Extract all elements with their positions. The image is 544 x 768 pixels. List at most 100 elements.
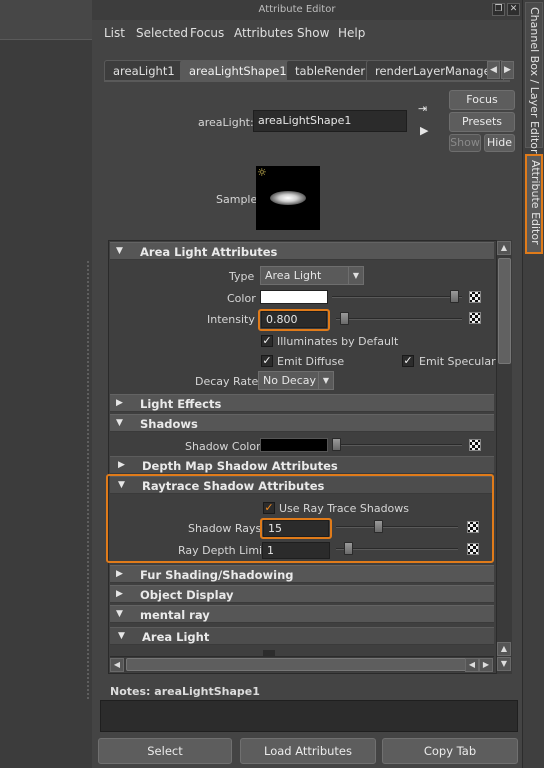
section-title: Fur Shading/Shadowing bbox=[140, 568, 294, 582]
shadow-color-slider-handle[interactable] bbox=[332, 438, 341, 451]
horizontal-scrollbar[interactable]: ◀ ◀ ▶ bbox=[110, 656, 494, 672]
horizontal-scroll-thumb[interactable] bbox=[126, 658, 476, 671]
triangle-collapsed-icon: ▶ bbox=[116, 398, 123, 408]
presets-button[interactable]: Presets bbox=[449, 112, 515, 132]
triangle-collapsed-icon: ▶ bbox=[116, 589, 123, 599]
emit-specular-checkbox[interactable]: ✓ bbox=[402, 355, 414, 367]
select-node-icon[interactable]: ⇥ bbox=[418, 102, 434, 116]
focus-button[interactable]: Focus bbox=[449, 90, 515, 110]
section-object-display[interactable]: ▶ Object Display bbox=[110, 585, 494, 603]
notes-node: areaLightShape1 bbox=[154, 685, 260, 698]
viewport-edge bbox=[0, 0, 92, 768]
menu-show[interactable]: Show bbox=[297, 26, 329, 40]
tab-scroll-left-icon[interactable]: ◀ bbox=[487, 61, 500, 79]
scroll-down-icon[interactable]: ▼ bbox=[497, 657, 511, 671]
section-depth-map-shadow[interactable]: ▶ Depth Map Shadow Attributes bbox=[110, 456, 494, 474]
color-slider-track[interactable] bbox=[332, 296, 462, 298]
menu-attributes[interactable]: Attributes bbox=[234, 26, 293, 40]
scroll-up-icon[interactable]: ▲ bbox=[497, 241, 511, 255]
close-window-button[interactable]: ✕ bbox=[507, 3, 520, 16]
scroll-up-icon[interactable]: ▲ bbox=[497, 642, 511, 656]
ray-depth-slider-track[interactable] bbox=[336, 548, 458, 550]
section-title: Shadows bbox=[140, 417, 198, 431]
type-dropdown[interactable]: Area Light ▼ bbox=[260, 266, 364, 285]
intensity-slider-track[interactable] bbox=[336, 318, 462, 320]
map-button-icon[interactable] bbox=[469, 439, 481, 451]
ray-depth-label: Ray Depth Limit bbox=[178, 544, 267, 557]
type-value: Area Light bbox=[265, 269, 322, 282]
menu-selected[interactable]: Selected bbox=[136, 26, 188, 40]
triangle-expanded-icon: ▼ bbox=[118, 631, 125, 641]
section-title: Area Light bbox=[142, 630, 210, 644]
shadow-rays-slider-track[interactable] bbox=[336, 526, 458, 528]
scroll-left-icon[interactable]: ◀ bbox=[110, 658, 124, 672]
ray-depth-slider-handle[interactable] bbox=[344, 542, 353, 555]
intensity-label: Intensity bbox=[207, 313, 255, 326]
node-name-field[interactable]: areaLightShape1 bbox=[253, 110, 407, 132]
map-button-icon[interactable] bbox=[469, 312, 481, 324]
sample-swatch: ☼ bbox=[256, 166, 320, 230]
emit-diffuse-checkbox[interactable]: ✓ bbox=[261, 355, 273, 367]
tab-arealight1[interactable]: areaLight1 bbox=[104, 60, 184, 80]
color-swatch[interactable] bbox=[260, 290, 328, 304]
menu-list[interactable]: List bbox=[104, 26, 125, 40]
intensity-highlight bbox=[258, 309, 330, 331]
decay-label: Decay Rate bbox=[195, 375, 259, 388]
select-button[interactable]: Select bbox=[98, 738, 232, 764]
map-button-icon[interactable] bbox=[469, 291, 481, 303]
sample-glow bbox=[270, 191, 306, 205]
color-slider-handle[interactable] bbox=[450, 290, 459, 303]
tab-renderlayermanager[interactable]: renderLayerManager bbox=[366, 60, 505, 80]
panel-resize-handle[interactable] bbox=[86, 260, 90, 700]
notes-header: Notes: areaLightShape1 bbox=[110, 685, 260, 698]
notes-label: Notes: bbox=[110, 685, 151, 698]
triangle-expanded-icon: ▼ bbox=[116, 609, 123, 619]
tab-arealightshape1[interactable]: areaLightShape1 bbox=[180, 60, 296, 80]
emit-specular-label: Emit Specular bbox=[419, 355, 496, 368]
vertical-scroll-thumb[interactable] bbox=[498, 258, 511, 364]
tab-divider bbox=[104, 80, 510, 82]
notes-textarea[interactable] bbox=[100, 700, 518, 732]
scroll-right-icon[interactable]: ▶ bbox=[479, 658, 493, 672]
section-fur-shading[interactable]: ▶ Fur Shading/Shadowing bbox=[110, 565, 494, 583]
area-light-icon: ☼ bbox=[257, 166, 267, 179]
copy-tab-button[interactable]: Copy Tab bbox=[382, 738, 518, 764]
shadow-rays-label: Shadow Rays bbox=[188, 522, 262, 535]
shadow-rays-slider-handle[interactable] bbox=[374, 520, 383, 533]
hide-button[interactable]: Hide bbox=[484, 134, 515, 152]
shadow-color-slider-track[interactable] bbox=[332, 444, 462, 446]
tab-tablerender[interactable]: tableRender bbox=[286, 60, 375, 80]
intensity-slider-handle[interactable] bbox=[340, 312, 349, 325]
section-title: Area Light Attributes bbox=[140, 245, 278, 259]
tab-channel-box[interactable]: Channel Box / Layer Editor bbox=[525, 2, 543, 154]
title-bar: Attribute Editor ❐ ✕ bbox=[92, 0, 522, 20]
section-area-light[interactable]: ▼ Area Light bbox=[110, 627, 494, 645]
load-attributes-button[interactable]: Load Attributes bbox=[240, 738, 376, 764]
section-area-light-attributes[interactable]: ▼ Area Light Attributes bbox=[110, 242, 494, 260]
menu-bar: List Selected Focus Attributes Show Help bbox=[92, 20, 522, 44]
tab-scroll-right-icon[interactable]: ▶ bbox=[501, 61, 514, 79]
load-node-icon[interactable]: ▶ bbox=[420, 124, 436, 138]
float-window-button[interactable]: ❐ bbox=[492, 3, 505, 16]
tab-attribute-editor[interactable]: Attribute Editor bbox=[525, 154, 543, 254]
use-ray-trace-checkbox[interactable]: ✓ bbox=[263, 502, 275, 514]
map-button-icon[interactable] bbox=[467, 521, 479, 533]
menu-focus[interactable]: Focus bbox=[190, 26, 224, 40]
window-title: Attribute Editor bbox=[258, 4, 336, 15]
section-shadows[interactable]: ▼ Shadows bbox=[110, 414, 494, 432]
menu-help[interactable]: Help bbox=[338, 26, 365, 40]
vertical-scrollbar[interactable]: ▲ ▲ ▼ bbox=[496, 240, 512, 674]
triangle-expanded-icon: ▼ bbox=[116, 246, 123, 256]
map-button-icon[interactable] bbox=[467, 543, 479, 555]
section-light-effects[interactable]: ▶ Light Effects bbox=[110, 394, 494, 412]
attribute-editor-label: Attribute Editor bbox=[529, 160, 542, 245]
decay-dropdown[interactable]: No Decay ▼ bbox=[258, 371, 334, 390]
chevron-down-icon: ▼ bbox=[318, 372, 333, 389]
ray-depth-field[interactable]: 1 bbox=[262, 542, 330, 559]
scroll-left-icon[interactable]: ◀ bbox=[465, 658, 479, 672]
triangle-expanded-icon: ▼ bbox=[116, 418, 123, 428]
section-mental-ray[interactable]: ▼ mental ray bbox=[110, 605, 494, 623]
illuminates-checkbox[interactable]: ✓ bbox=[261, 335, 273, 347]
show-button[interactable]: Show bbox=[449, 134, 481, 152]
shadow-color-swatch[interactable] bbox=[260, 438, 328, 452]
